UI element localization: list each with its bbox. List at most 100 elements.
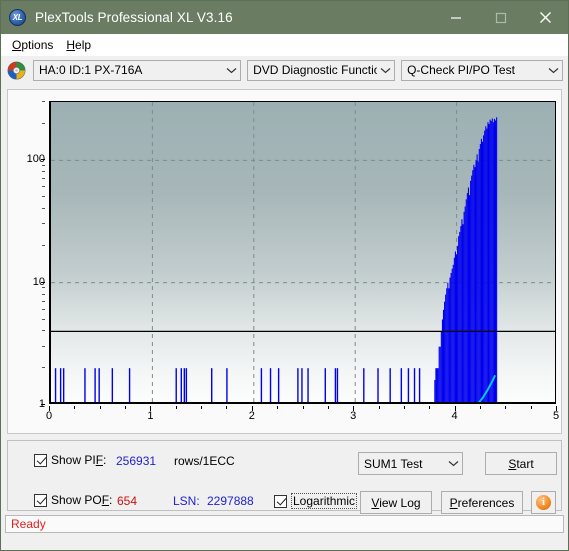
app-icon: XL	[9, 9, 26, 26]
controls-panel: Show PIF: 256931 rows/1ECC Show POF: 654…	[7, 440, 562, 514]
x-axis-tick-label: 0	[45, 410, 53, 422]
pof-count-value: 654	[117, 494, 138, 508]
y-axis-minor-tick	[42, 164, 45, 166]
preferences-button[interactable]: Preferences	[441, 491, 523, 514]
menu-item-help[interactable]: Help	[61, 36, 99, 54]
y-axis-minor-tick	[42, 287, 45, 289]
x-axis-tick	[251, 406, 253, 411]
chevron-down-icon	[445, 460, 462, 467]
y-axis-minor-tick	[42, 300, 45, 302]
x-axis-tick	[99, 406, 101, 409]
x-axis-tick	[175, 406, 177, 409]
menu-item-options[interactable]: Options	[7, 36, 61, 54]
y-axis-minor-tick	[42, 186, 45, 188]
start-button[interactable]: Start	[485, 452, 557, 475]
y-axis-minor-tick	[42, 223, 45, 225]
x-axis-tick	[556, 406, 557, 411]
x-axis-tick	[125, 406, 127, 409]
test-type-select[interactable]: Q-Check PI/PO Test	[401, 59, 563, 81]
y-axis-minor-tick	[42, 196, 45, 198]
function-select[interactable]: DVD Diagnostic Functions	[247, 59, 396, 81]
x-axis-tick	[479, 406, 481, 409]
y-axis-minor-tick	[42, 293, 45, 295]
close-icon	[540, 12, 551, 23]
title-bar: XL PlexTools Professional XL V3.16	[1, 1, 568, 34]
logarithmic-checkbox-box	[274, 494, 287, 508]
y-axis-tick	[41, 159, 45, 161]
x-axis-tick	[74, 406, 76, 409]
show-pif-checkbox-box	[34, 453, 47, 467]
x-axis-tick	[150, 406, 152, 411]
minimize-icon	[450, 16, 461, 19]
view-log-button-label: View Log	[371, 495, 421, 510]
show-pof-label: Show POF:	[51, 493, 113, 507]
x-axis-tick-label: 1	[147, 410, 154, 422]
x-axis-tick-label: 2	[248, 410, 255, 422]
x-axis-tick	[403, 406, 405, 409]
y-axis-labels: 110100	[8, 101, 45, 410]
start-button-label: Start	[508, 456, 534, 471]
cd-disc-icon	[7, 61, 26, 79]
chart-graphics	[51, 102, 555, 402]
x-axis-tick	[277, 406, 279, 409]
y-axis-tick	[41, 404, 45, 405]
status-text: Ready	[11, 517, 46, 531]
function-select-value: DVD Diagnostic Functions	[253, 63, 377, 77]
menu-bar: Options Help	[1, 34, 568, 56]
y-axis-minor-tick	[42, 171, 45, 173]
x-axis-labels: 0 1 2 3 4 5	[45, 406, 559, 426]
show-pof-checkbox-box	[34, 493, 47, 507]
plot-area-wrapper: 0 1 2 3 4 5	[46, 101, 559, 422]
info-button[interactable]: i	[531, 491, 556, 514]
logarithmic-label: Logarithmic	[291, 493, 358, 509]
pif-count-value: 256931	[116, 454, 157, 468]
status-bar: Ready	[5, 515, 564, 533]
x-axis-tick	[378, 406, 380, 409]
maximize-icon	[495, 12, 506, 23]
test-type-select-value: Q-Check PI/PO Test	[407, 63, 515, 77]
lsn-label: LSN:	[173, 494, 200, 508]
menu-options-label: ptions	[21, 37, 54, 52]
x-axis-tick	[302, 406, 304, 409]
menu-options-accel: O	[12, 37, 22, 52]
show-pif-label: Show PIF:	[51, 453, 107, 467]
view-log-button[interactable]: View Log	[360, 491, 432, 514]
x-axis-tick	[201, 406, 203, 409]
y-axis-minor-tick	[42, 101, 45, 102]
x-axis-tick	[454, 406, 456, 411]
y-axis-tick	[41, 281, 45, 283]
y-axis-minor-tick	[42, 122, 45, 124]
maximize-button[interactable]	[478, 1, 523, 34]
pif-unit-label: rows/1ECC	[174, 454, 235, 468]
x-axis-tick	[353, 406, 355, 411]
logarithmic-checkbox[interactable]: Logarithmic	[274, 493, 358, 509]
x-axis-tick	[226, 406, 228, 409]
preferences-button-label: Preferences	[449, 495, 515, 510]
application-window: XL PlexTools Professional XL V3.16 Optio…	[0, 0, 569, 551]
selector-toolbar: HA:0 ID:1 PX-716A DVD Diagnostic Functio…	[1, 56, 568, 84]
window-controls	[433, 1, 568, 34]
menu-help-label: elp	[75, 37, 92, 52]
plot-area[interactable]	[49, 101, 556, 404]
y-axis-minor-tick	[42, 244, 45, 246]
chevron-down-icon	[223, 67, 240, 74]
drive-select[interactable]: HA:0 ID:1 PX-716A	[33, 59, 242, 81]
x-axis-tick	[429, 406, 431, 409]
y-axis-minor-tick	[42, 318, 45, 320]
y-axis-minor-tick	[42, 178, 45, 180]
chevron-down-icon	[377, 67, 394, 74]
x-axis-tick	[530, 406, 532, 409]
close-button[interactable]	[523, 1, 568, 34]
x-axis-tick-label: 3	[350, 410, 357, 422]
minimize-button[interactable]	[433, 1, 478, 34]
show-pof-checkbox[interactable]: Show POF:	[34, 493, 112, 507]
show-pif-checkbox[interactable]: Show PIF:	[34, 453, 106, 467]
menu-help-accel: H	[66, 37, 76, 52]
sum-test-select[interactable]: SUM1 Test	[358, 452, 463, 475]
y-axis-minor-tick	[42, 345, 45, 347]
y-axis-minor-tick	[42, 308, 45, 310]
info-icon: i	[536, 495, 551, 510]
drive-select-value: HA:0 ID:1 PX-716A	[39, 63, 143, 77]
sum-test-select-value: SUM1 Test	[364, 456, 423, 471]
y-axis-minor-tick	[42, 330, 45, 332]
